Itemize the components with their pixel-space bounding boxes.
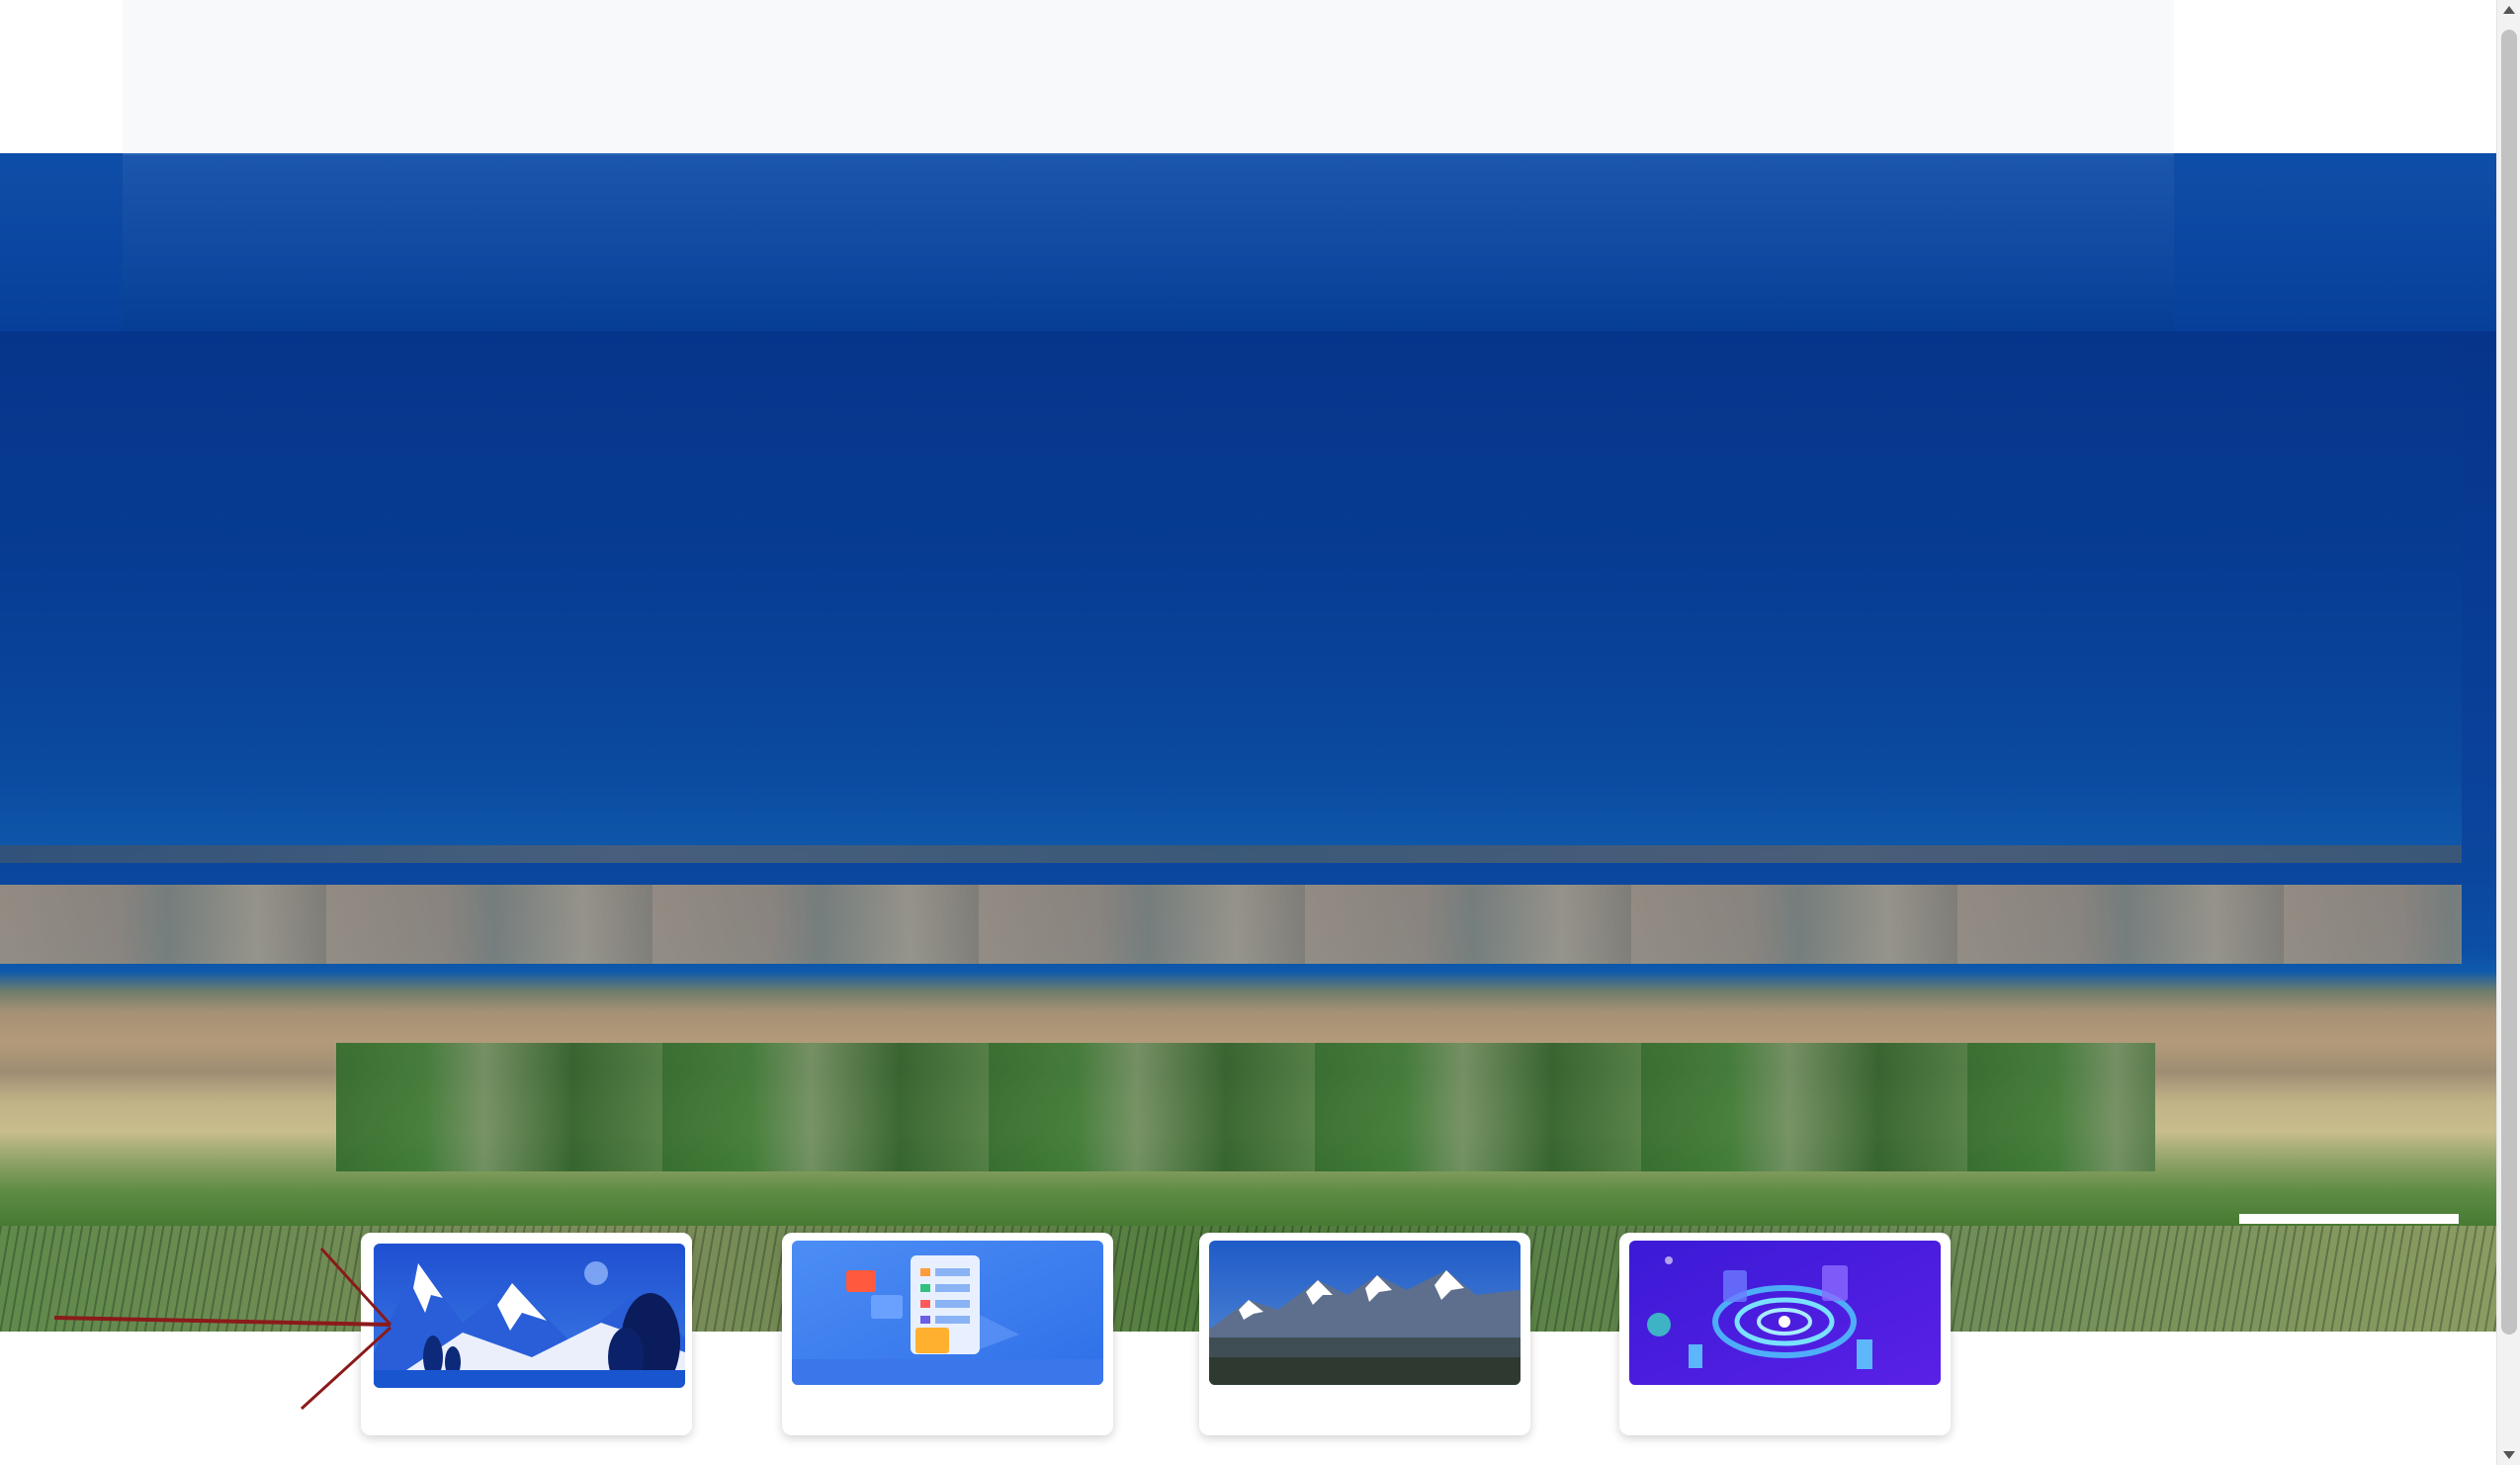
- tech-circle-illustration-icon: [1629, 1241, 1941, 1385]
- thumbnail-caption-3: [1209, 1391, 1521, 1426]
- vertical-scrollbar[interactable]: [2496, 0, 2520, 1465]
- navigation-container: [123, 153, 2174, 331]
- hero-banner-image: [0, 331, 2496, 1332]
- thumbnail-caption-1: [374, 1394, 685, 1429]
- thumbnail-card-3[interactable]: [1199, 1233, 1530, 1435]
- scrollbar-thumb[interactable]: [2501, 30, 2517, 1335]
- thumbnail-card-1[interactable]: [361, 1233, 692, 1435]
- shore-ridge: [0, 845, 2462, 863]
- field-band-green: [336, 1043, 2155, 1171]
- app-isometric-illustration-icon: [792, 1241, 1103, 1385]
- lake-region: [0, 331, 2462, 845]
- field-band-upper: [0, 885, 2462, 964]
- thumbnail-caption-4: [1629, 1391, 1941, 1426]
- mountain-illustration-icon: [374, 1244, 685, 1388]
- snow-mountain-photo-icon: [1209, 1241, 1521, 1385]
- top-header-area: [0, 0, 2496, 153]
- header-container: [123, 0, 2174, 153]
- scroll-down-arrow-icon[interactable]: [2503, 1451, 2515, 1459]
- thumbnail-card-4[interactable]: [1619, 1233, 1951, 1435]
- thumbnail-caption-2: [792, 1391, 1103, 1426]
- banner-white-strip: [2239, 1214, 2459, 1224]
- navigation-bar: [0, 153, 2496, 331]
- page: [0, 0, 2520, 1465]
- scroll-up-arrow-icon[interactable]: [2503, 6, 2515, 14]
- thumbnail-card-2[interactable]: [782, 1233, 1113, 1435]
